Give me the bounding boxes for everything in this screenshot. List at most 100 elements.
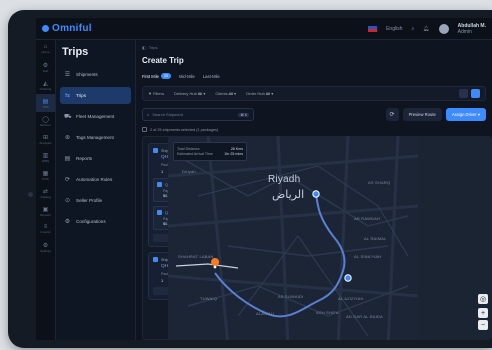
mile-tabs: First Mile 25 Mid-Mile Last-Mile [142,73,486,79]
rail-label: WMS [41,158,50,163]
tab-last-mile[interactable]: Last-Mile [203,74,220,79]
map-label: AD DAR AL BAIDA [346,314,383,319]
bell-icon[interactable]: 🔔︎ [423,26,429,32]
shortcut-hint: ⌘ K [238,112,249,117]
trip-checkbox[interactable] [153,257,158,262]
sidebar-item-label: Automation Rules [76,177,113,182]
filter-label: Delivery Hub [173,91,197,96]
sidebar-item-configurations[interactable]: ⚙ Configurations [60,213,131,230]
map-label: ALAWALI [256,311,275,316]
filter-label: Clients [215,91,228,96]
rail-item-pos[interactable]: ▦ POS [36,166,55,184]
arrow-icon: ⇄ [42,188,49,195]
tab-mid-mile[interactable]: Mid-Mile [179,74,195,79]
sidebar-item-label: Tags Management [76,135,114,140]
sidebar-item-tags-management[interactable]: ⊛ Tags Management [60,129,131,146]
app-name: Omniful [52,23,92,34]
list-view-icon[interactable] [459,89,468,98]
rail-label: Reports [40,212,51,217]
user-role: Admin [457,28,472,35]
rail-item-catalog[interactable]: ⇄ Catalog [36,184,55,202]
rail-item-hub[interactable]: ⚙ Hub [36,58,55,76]
page-title: Create Trip [142,56,184,65]
nav-title: Trips [62,46,89,58]
sidebar-nav: Trips ☰ Shipments ⇆ Trips ⛟ Fleet Management ⊛… [56,40,136,340]
filter-toggle[interactable]: ▼ Filters [148,91,164,96]
rail-item-reports[interactable]: ▣ Reports [36,202,55,220]
action-row: ⌕ Search Shipment ⌘ K ⟳ Preview Route As… [142,108,486,121]
route-stop-marker[interactable] [344,274,352,282]
rail-item-imports[interactable]: ≡ Imports [36,220,55,238]
sidebar-item-label: Reports [76,156,93,161]
icon-rail: ⌂ Home ⚙ Hub ◭ Ordering ▤ TMS ◯ Returns ⊞ Analytics… [36,40,56,340]
tab-label: Last-Mile [202,73,220,79]
sidebar-item-label: Seller Profile [76,198,103,203]
sidebar-item-shipments[interactable]: ☰ Shipments [60,66,131,83]
rail-item-settings[interactable]: ⚙ Settings [36,238,55,256]
rail-item-analytics[interactable]: ⊞ Analytics [36,130,55,148]
nav-icon: ▤ [64,156,71,162]
filter-value: All [265,91,271,96]
filter-label: Order Hub [246,91,265,96]
map-view-icon[interactable] [471,89,480,98]
avatar[interactable] [438,23,449,34]
sidebar-item-automation-rules[interactable]: ⟳ Automation Rules [60,171,131,188]
refresh-icon[interactable]: ⟳ [385,108,399,121]
sidebar-item-fleet-management[interactable]: ⛟ Fleet Management [60,108,131,125]
location-target-icon[interactable]: ◎ [478,294,488,304]
map-label: TUWAIQ [200,296,218,301]
rail-label: Returns [40,122,51,127]
flag-icon[interactable] [368,25,378,32]
breadcrumb-item[interactable]: Trips [149,45,158,50]
rail-label: Home [41,50,50,54]
top-bar: Omniful English ⌕ 🔔︎ Abdullah M. Admin [36,18,492,40]
sidebar-item-label: Configurations [76,219,106,224]
search-icon[interactable]: ⌕ [411,26,414,32]
rail-label: Hub [42,68,49,73]
nav-icon: ⛟ [64,113,72,120]
filter-delivery-hub[interactable]: Delivery Hub All ▾ [174,91,205,96]
rail-item-wms[interactable]: ▥ WMS [36,148,55,166]
circle-icon: ◯ [42,116,49,123]
zoom-in-button[interactable]: + [478,308,488,318]
nav-icon: ⚙ [64,219,71,225]
app-logo[interactable]: Omniful [42,23,92,34]
trip-checkbox[interactable] [153,148,158,153]
back-icon[interactable]: ◧ [142,45,146,50]
select-all-checkbox[interactable] [142,127,147,132]
rail-label: TMS [42,104,49,109]
rail-label: Imports [40,230,51,234]
filter-order-hub[interactable]: Order Hub All ▾ [246,91,273,96]
logo-icon [42,25,49,32]
assign-driver-label: Assign Driver [451,112,477,117]
rail-item-tms[interactable]: ▤ TMS [36,94,55,112]
filter-label: Filters [153,91,164,96]
sidebar-item-seller-profile[interactable]: ⊙ Seller Profile [60,192,131,209]
sidebar-item-label: Trips [76,93,87,98]
language-selector[interactable]: English [386,26,402,32]
filter-clients[interactable]: Clients All ▾ [215,91,236,96]
zoom-out-button[interactable]: − [478,320,488,330]
filter-bar: ▼ Filters Delivery Hub All ▾ Clients All… [142,86,486,101]
rail-item-home[interactable]: ⌂ Home [36,40,55,58]
user-info[interactable]: Abdullah M. Admin [458,23,486,35]
map-panel[interactable]: Total Distance 28 Kms Estimated Arrival T… [168,136,492,340]
route-end-marker[interactable] [312,190,320,198]
package-checkbox[interactable] [157,182,162,187]
rail-item-ordering[interactable]: ◭ Ordering [36,76,55,94]
search-icon: ⌕ [147,112,150,117]
assign-driver-button[interactable]: Assign Driver ▾ [445,108,486,121]
tab-first-mile[interactable]: First Mile 25 [142,73,171,79]
rail-item-returns[interactable]: ◯ Returns [36,112,55,130]
sidebar-item-trips[interactable]: ⇆ Trips [60,87,131,104]
nav-icon: ☰ [64,72,71,78]
filter-value: All [228,91,233,96]
package-checkbox[interactable] [157,210,162,215]
search-input[interactable]: ⌕ Search Shipment ⌘ K [142,108,254,121]
preview-route-button[interactable]: Preview Route [402,108,442,121]
selection-info: 2 of 25 shipments selected (1 packages) [142,127,486,132]
tablet-frame: Omniful English ⌕ 🔔︎ Abdullah M. Admin ⌂… [8,10,492,348]
gear-icon: ⚙ [42,242,49,249]
sidebar-item-reports[interactable]: ▤ Reports [60,150,131,167]
topbar-actions: English ⌕ 🔔︎ Abdullah M. Admin [368,23,486,35]
